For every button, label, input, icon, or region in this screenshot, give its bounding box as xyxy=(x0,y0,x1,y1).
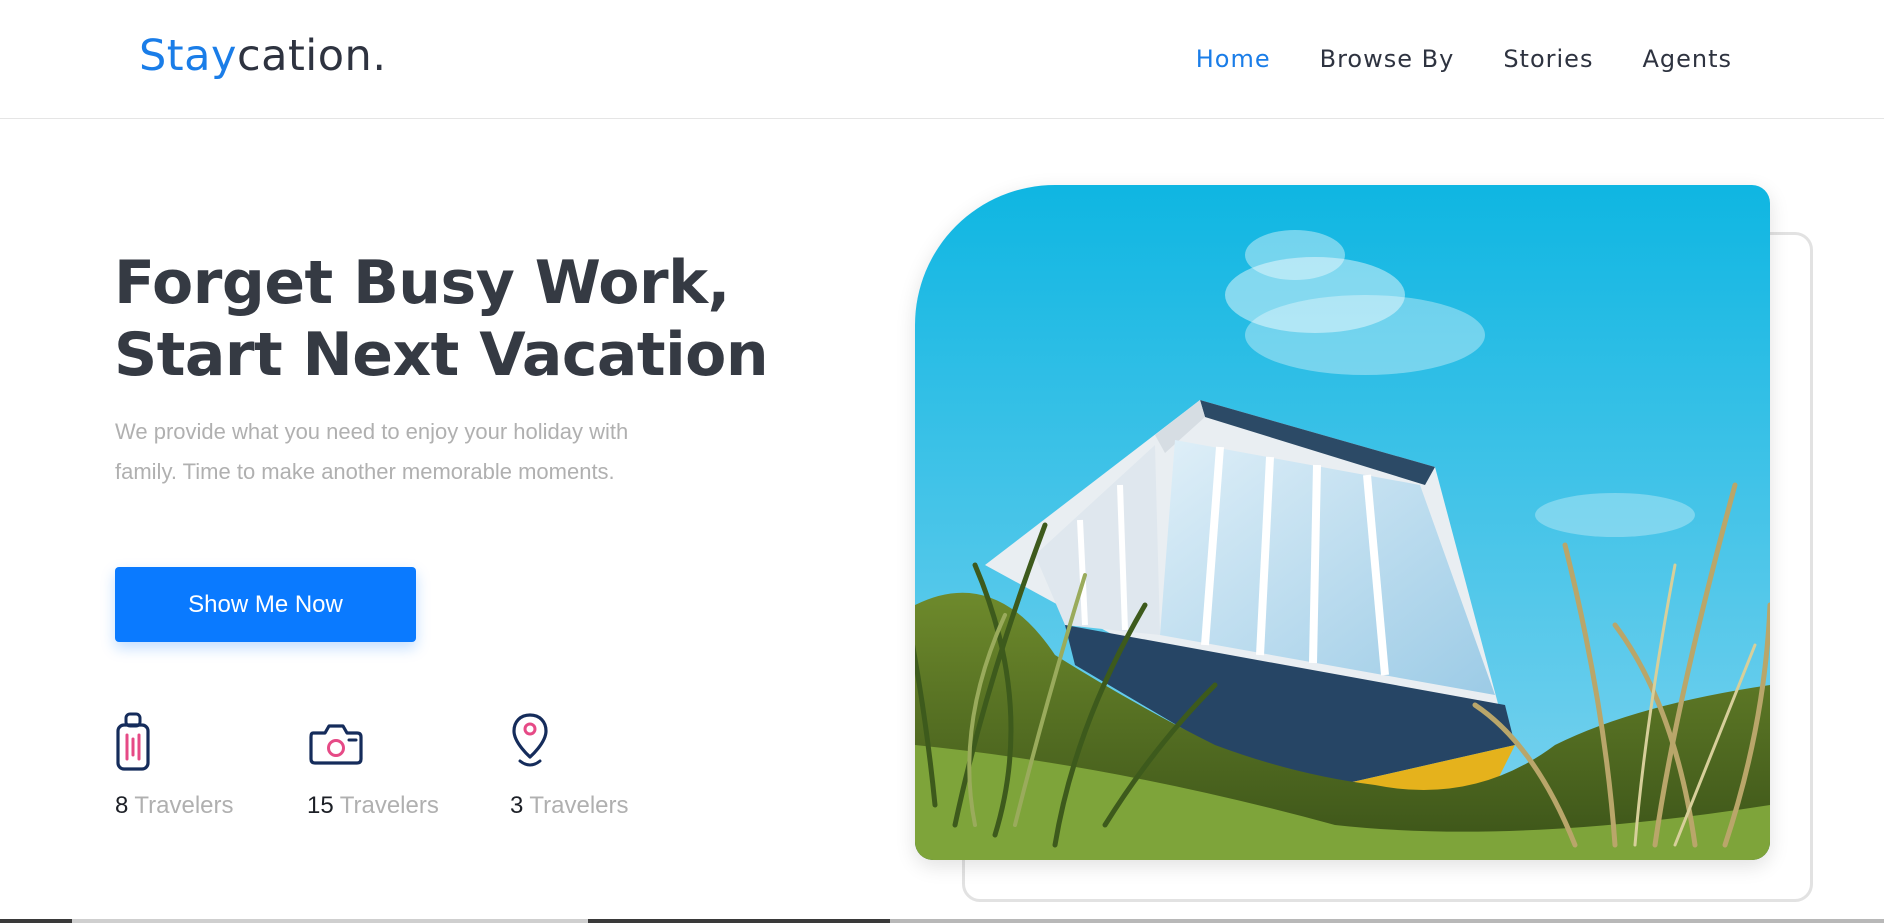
hero-title-line-2: Start Next Vacation xyxy=(114,320,769,390)
stat-unit: Travelers xyxy=(529,792,629,819)
stat-travelers-1: 8 Travelers xyxy=(115,711,234,819)
nav-item-stories[interactable]: Stories xyxy=(1503,40,1593,78)
brand-logo-cation: cation. xyxy=(236,31,387,81)
nav-item-browse-by[interactable]: Browse By xyxy=(1320,40,1455,78)
stat-value: 8 xyxy=(115,792,129,819)
stat-travelers-3: 3 Travelers xyxy=(510,711,629,819)
page-bottom-edge xyxy=(0,919,1884,923)
stat-unit: Travelers xyxy=(339,792,439,819)
map-pin-icon xyxy=(512,713,548,767)
hero-title: Forget Busy Work, Start Next Vacation xyxy=(114,247,769,391)
stat-label: 3 Travelers xyxy=(510,792,629,820)
brand-logo[interactable]: Staycation. xyxy=(139,30,386,82)
stat-label: 15 Travelers xyxy=(307,792,439,820)
stat-travelers-2: 15 Travelers xyxy=(307,711,439,819)
brand-logo-stay: Stay xyxy=(139,31,237,81)
hero-description: We provide what you need to enjoy your h… xyxy=(115,419,629,484)
stat-value: 3 xyxy=(510,792,524,819)
navbar: Staycation. Home Browse By Stories Agent… xyxy=(0,0,1884,119)
stat-label: 8 Travelers xyxy=(115,792,234,820)
hero-image xyxy=(915,185,1770,860)
nav-item-home[interactable]: Home xyxy=(1196,40,1271,78)
vacation-house-illustration xyxy=(915,185,1770,860)
suitcase-icon xyxy=(116,712,150,771)
stat-value: 15 xyxy=(307,792,334,819)
nav-item-agents[interactable]: Agents xyxy=(1642,40,1732,78)
camera-icon xyxy=(309,724,363,765)
hero-title-line-1: Forget Busy Work, xyxy=(114,248,730,318)
stat-unit: Travelers xyxy=(134,792,234,819)
main-nav: Home Browse By Stories Agents xyxy=(1196,40,1732,78)
show-me-now-button[interactable]: Show Me Now xyxy=(115,567,416,642)
